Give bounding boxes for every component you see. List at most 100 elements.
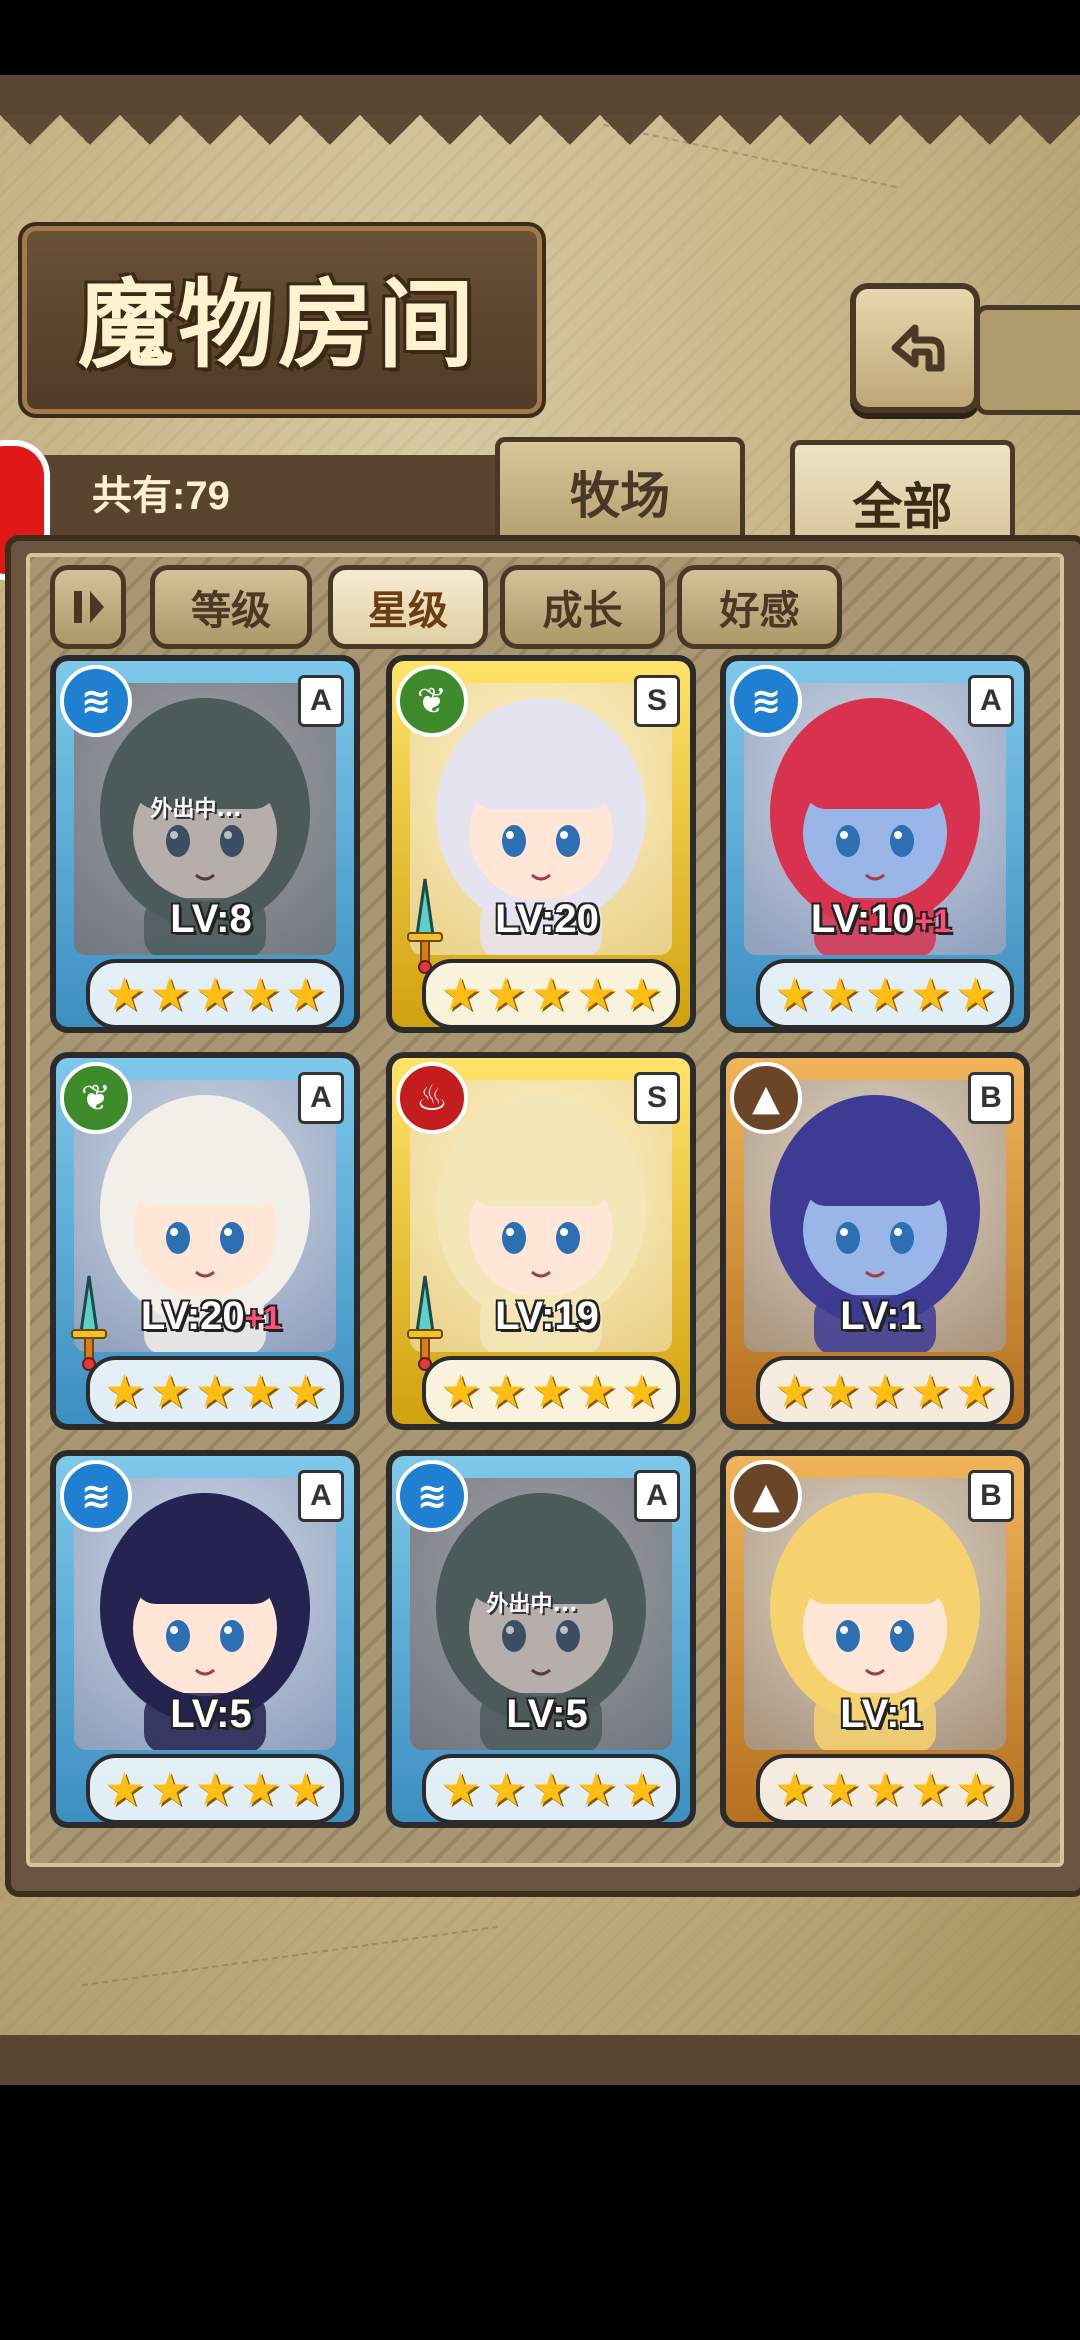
level-value: LV:1: [840, 1692, 922, 1736]
star-icon: ★: [819, 1364, 861, 1418]
star-icon: ★: [575, 1762, 617, 1816]
star-rating: ★ ★ ★ ★ ★: [756, 1754, 1014, 1822]
top-band: [0, 75, 1080, 115]
back-button[interactable]: [850, 283, 980, 413]
rank-badge: S: [634, 675, 680, 727]
star-rating: ★ ★ ★ ★ ★: [756, 1356, 1014, 1424]
level-value: LV:1: [840, 1294, 922, 1338]
star-icon: ★: [773, 1364, 816, 1418]
star-icon: ★: [864, 967, 906, 1021]
star-icon: ★: [620, 1762, 663, 1816]
level-label: LV:5: [392, 1692, 690, 1737]
rank-badge: A: [298, 675, 344, 727]
level-value: LV:19: [495, 1294, 599, 1338]
monster-card[interactable]: ❦ A LV:20+1 ★ ★ ★ ★ ★: [50, 1052, 360, 1430]
page-title: 魔物房间: [78, 267, 478, 381]
star-rating: ★ ★ ★ ★ ★: [86, 1356, 344, 1424]
level-label: LV:1: [726, 1692, 1024, 1737]
level-value: LV:5: [506, 1692, 588, 1736]
star-icon: ★: [773, 967, 816, 1021]
star-rating: ★ ★ ★ ★ ★: [422, 1356, 680, 1424]
star-rating: ★ ★ ★ ★ ★: [86, 959, 344, 1027]
star-icon: ★: [439, 967, 482, 1021]
star-icon: ★: [909, 1364, 951, 1418]
sort-toggle-icon: [74, 591, 104, 623]
star-icon: ★: [194, 1364, 236, 1418]
level-value: LV:20: [140, 1294, 245, 1338]
level-label: LV:8: [56, 897, 354, 942]
star-icon: ★: [530, 1762, 572, 1816]
star-icon: ★: [103, 1364, 146, 1418]
star-icon: ★: [194, 967, 236, 1021]
monster-card[interactable]: ≋ A 外出中... LV:5 ★ ★ ★ ★ ★: [386, 1450, 696, 1828]
star-icon: ★: [149, 967, 191, 1021]
filter-growth[interactable]: 成长: [500, 565, 665, 649]
star-icon: ★: [103, 967, 146, 1021]
monster-card[interactable]: ▲ B LV:1 ★ ★ ★ ★ ★: [720, 1450, 1030, 1828]
water-element-icon: ≋: [60, 665, 132, 737]
star-icon: ★: [773, 1762, 816, 1816]
level-bonus: +1: [914, 903, 952, 939]
monster-card[interactable]: ≋ A LV:5 ★ ★ ★ ★ ★: [50, 1450, 360, 1828]
tab-ranch[interactable]: 牧场: [495, 437, 745, 542]
star-icon: ★: [819, 1762, 861, 1816]
rank-badge: A: [298, 1072, 344, 1124]
star-icon: ★: [954, 1762, 997, 1816]
fire-element-icon: ♨: [396, 1062, 468, 1134]
star-icon: ★: [819, 967, 861, 1021]
nature-element-icon: ❦: [396, 665, 468, 737]
star-icon: ★: [530, 1364, 572, 1418]
star-icon: ★: [239, 1762, 281, 1816]
level-bonus: +1: [244, 1300, 282, 1336]
away-status: 外出中...: [150, 797, 242, 822]
rank-badge: B: [968, 1470, 1014, 1522]
side-tab[interactable]: [975, 305, 1080, 415]
monster-card[interactable]: ❦ S LV:20 ★ ★ ★ ★ ★: [386, 655, 696, 1033]
filter-level[interactable]: 等级: [150, 565, 312, 649]
sort-toggle-button[interactable]: [50, 565, 126, 649]
monster-card[interactable]: ♨ S LV:19 ★ ★ ★ ★ ★: [386, 1052, 696, 1430]
star-icon: ★: [103, 1762, 146, 1816]
filter-stars[interactable]: 星级: [328, 565, 488, 649]
star-icon: ★: [575, 1364, 617, 1418]
water-element-icon: ≋: [396, 1460, 468, 1532]
away-status: 外出中...: [486, 1592, 578, 1617]
filter-affection[interactable]: 好感: [677, 565, 842, 649]
rank-badge: S: [634, 1072, 680, 1124]
monster-card[interactable]: ≋ A 外出中... LV:8 ★ ★ ★ ★ ★: [50, 655, 360, 1033]
level-value: LV:10: [810, 897, 915, 941]
nature-element-icon: ❦: [60, 1062, 132, 1134]
level-label: LV:10+1: [726, 897, 1024, 942]
star-rating: ★ ★ ★ ★ ★: [422, 959, 680, 1027]
rank-badge: B: [968, 1072, 1014, 1124]
star-icon: ★: [864, 1762, 906, 1816]
map-line: [81, 1925, 499, 1987]
earth-element-icon: ▲: [730, 1460, 802, 1532]
star-icon: ★: [194, 1762, 236, 1816]
level-value: LV:8: [170, 897, 252, 941]
torn-edge-top: [0, 115, 1080, 175]
water-element-icon: ≋: [60, 1460, 132, 1532]
status-bar: [0, 0, 1080, 75]
star-icon: ★: [864, 1364, 906, 1418]
star-icon: ★: [485, 967, 527, 1021]
star-icon: ★: [439, 1762, 482, 1816]
star-icon: ★: [954, 1364, 997, 1418]
star-icon: ★: [149, 1762, 191, 1816]
rank-badge: A: [298, 1470, 344, 1522]
star-icon: ★: [239, 967, 281, 1021]
star-icon: ★: [909, 967, 951, 1021]
rank-badge: A: [634, 1470, 680, 1522]
star-icon: ★: [284, 1762, 327, 1816]
back-arrow-icon: [891, 324, 945, 372]
level-label: LV:1: [726, 1294, 1024, 1339]
water-element-icon: ≋: [730, 665, 802, 737]
star-icon: ★: [575, 967, 617, 1021]
star-icon: ★: [620, 1364, 663, 1418]
level-value: LV:5: [170, 1692, 252, 1736]
level-label: LV:20: [392, 897, 690, 942]
monster-card[interactable]: ▲ B LV:1 ★ ★ ★ ★ ★: [720, 1052, 1030, 1430]
monster-card[interactable]: ≋ A LV:10+1 ★ ★ ★ ★ ★: [720, 655, 1030, 1033]
star-icon: ★: [149, 1364, 191, 1418]
star-rating: ★ ★ ★ ★ ★: [756, 959, 1014, 1027]
